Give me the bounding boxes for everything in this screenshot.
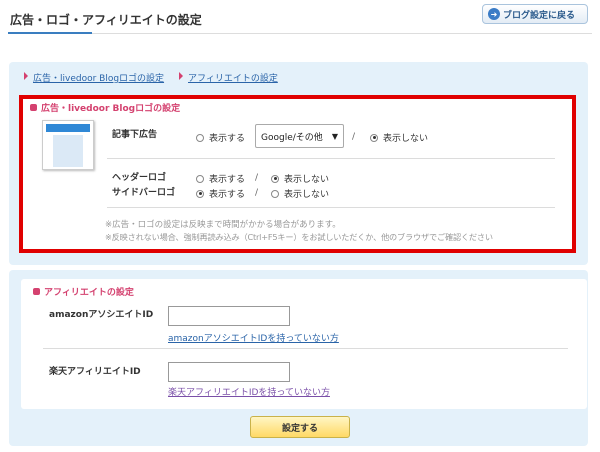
breadcrumb-link-affiliate[interactable]: アフィリエイトの設定 — [188, 71, 278, 84]
back-button-label: ブログ設定に戻る — [503, 10, 576, 21]
square-bullet-icon — [33, 288, 40, 295]
triangle-right-icon — [24, 72, 28, 80]
row-divider — [43, 348, 568, 349]
arrow-circle-icon: ➜ — [488, 8, 500, 20]
rakuten-id-input[interactable] — [168, 362, 290, 382]
rakuten-signup-link[interactable]: 楽天アフィリエイトIDを持っていない方 — [168, 385, 330, 398]
rakuten-id-label: 楽天アフィリエイトID — [49, 367, 141, 377]
triangle-right-icon — [179, 72, 183, 80]
title-divider — [8, 33, 592, 34]
page-title: 広告・ロゴ・アフィリエイトの設定 — [10, 13, 202, 27]
amazon-id-label: amazonアソシエイトID — [49, 310, 154, 320]
affiliate-section-title: アフィリエイトの設定 — [33, 285, 134, 298]
affiliate-section-title-text: アフィリエイトの設定 — [44, 288, 134, 298]
title-accent-bar — [8, 32, 92, 34]
back-to-blog-settings-button[interactable]: ➜ ブログ設定に戻る — [482, 4, 588, 24]
breadcrumb-link-ad-logo[interactable]: 広告・livedoor Blogロゴの設定 — [33, 71, 164, 84]
highlight-frame — [19, 95, 576, 253]
amazon-id-input[interactable] — [168, 306, 290, 326]
submit-button[interactable]: 設定する — [250, 416, 350, 438]
amazon-signup-link[interactable]: amazonアソシエイトIDを持っていない方 — [168, 331, 339, 344]
